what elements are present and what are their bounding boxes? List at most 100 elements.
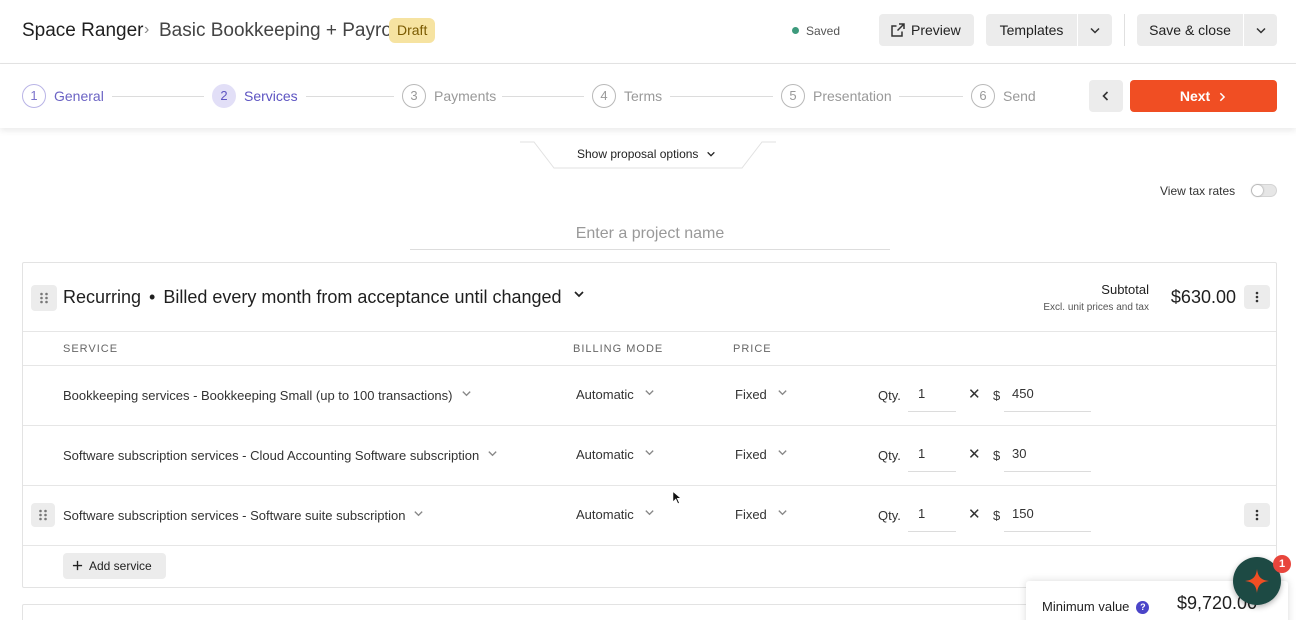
qty-input[interactable]: 1 [908,376,956,412]
column-header-price: PRICE [733,343,772,355]
chevron-right-icon [1219,92,1226,102]
chevron-down-icon [488,451,497,457]
price-type-select[interactable]: Fixed [735,507,788,522]
preview-label: Preview [911,22,961,38]
service-row: Software subscription services - Cloud A… [23,426,1276,485]
step-label: Payments [434,88,497,104]
qty-label: Qty. [878,388,901,403]
unit-price-input[interactable]: 30 [1004,436,1091,472]
plus-icon [72,560,83,571]
section-title: Recurring [63,287,142,307]
multiply-icon: ✕ [968,446,981,463]
qty-input[interactable]: 1 [908,496,956,532]
drag-handle[interactable] [31,285,57,311]
toolbar-divider [1124,14,1125,46]
help-icon[interactable]: ? [1136,601,1150,614]
recurring-services-card: Recurring • Billed every month from accept… [22,262,1277,588]
step-number: 3 [402,84,426,108]
step-label: Send [1003,88,1036,104]
service-selector[interactable]: Software subscription services - Cloud A… [63,448,498,463]
drag-handle-icon [40,292,48,304]
unit-price-input[interactable]: 150 [1004,496,1091,532]
next-button[interactable]: Next [1130,80,1277,112]
column-header-service: SERVICE [63,343,119,355]
notification-badge: 1 [1273,555,1291,573]
chevron-left-icon [1102,91,1109,101]
unit-price-input[interactable]: 450 [1004,376,1091,412]
back-button[interactable] [1089,80,1123,112]
document-title[interactable]: Basic Bookkeeping + Payroll [159,20,400,42]
currency-symbol: $ [993,388,1001,403]
chevron-down-icon [1090,27,1100,34]
step-number: 1 [22,84,46,108]
step-number: 6 [971,84,995,108]
project-name-input[interactable] [410,218,890,250]
saved-dot-icon [792,27,799,34]
chevron-down-icon [645,450,654,456]
step-label: Terms [624,88,663,104]
multiply-icon: ✕ [968,506,981,523]
billing-mode-select[interactable]: Automatic [576,447,655,462]
save-dropdown-button[interactable] [1244,14,1277,46]
row-menu-button[interactable] [1244,503,1270,527]
brand-name[interactable]: Space Ranger [22,20,143,42]
more-vertical-icon [1255,291,1259,303]
drag-handle-icon [39,509,47,521]
billing-mode-select[interactable]: Automatic [576,507,655,522]
chevron-down-icon [414,511,424,517]
service-selector[interactable]: Bookkeeping services - Bookkeeping Small… [63,388,472,403]
step-connector [502,96,584,97]
chevron-down-icon [778,450,787,456]
step-connector [306,96,394,97]
preview-button[interactable]: Preview [879,14,974,46]
subtotal-note: Excl. unit prices and tax [1043,302,1149,313]
price-type-select[interactable]: Fixed [735,447,788,462]
mouse-cursor-icon [672,490,682,505]
step-number: 2 [212,84,236,108]
app-header: Space Ranger › Basic Bookkeeping + Payro… [0,0,1296,64]
qty-label: Qty. [878,508,901,523]
save-status: Saved [792,24,840,38]
step-number: 5 [781,84,805,108]
breadcrumb-separator: › [144,21,150,38]
chevron-down-icon [778,390,787,396]
step-label: General [54,88,104,104]
currency-symbol: $ [993,448,1001,463]
subtotal-value: $630.00 [1170,287,1236,307]
show-proposal-options-toggle[interactable]: Show proposal options [520,141,776,169]
save-status-label: Saved [806,24,841,38]
step-number: 4 [592,84,616,108]
multiply-icon: ✕ [968,386,981,403]
show-proposal-options-label: Show proposal options [577,147,716,161]
templates-dropdown-button[interactable] [1078,14,1112,46]
save-close-button[interactable]: Save & close [1137,14,1243,46]
subtotal-label: Subtotal [1101,282,1149,297]
service-row: Bookkeeping services - Bookkeeping Small… [23,366,1276,425]
templates-button[interactable]: Templates [986,14,1077,46]
billing-cycle-selector[interactable]: Recurring • Billed every month from accept… [63,287,585,308]
section-menu-button[interactable] [1244,285,1270,309]
external-link-icon [891,23,905,37]
sparkle-icon [1245,569,1269,593]
minimum-value-label: Minimum value? [1042,599,1150,614]
service-row: Software subscription services - Softwar… [23,486,1276,545]
chevron-down-icon [645,390,654,396]
view-tax-rates-label: View tax rates [1160,184,1236,198]
qty-label: Qty. [878,448,901,463]
step-connector [670,96,773,97]
more-vertical-icon [1255,509,1259,521]
step-connector [899,96,963,97]
service-selector[interactable]: Software subscription services - Softwar… [63,508,424,523]
step-label: Services [244,88,298,104]
drag-handle[interactable] [31,503,55,527]
view-tax-rates-toggle[interactable] [1251,184,1277,197]
billing-mode-select[interactable]: Automatic [576,387,655,402]
chevron-down-icon [778,510,787,516]
step-label: Presentation [813,88,892,104]
toggle-knob [1252,185,1263,196]
price-type-select[interactable]: Fixed [735,387,788,402]
add-service-button[interactable]: Add service [63,553,166,579]
qty-input[interactable]: 1 [908,436,956,472]
title-separator: • [149,287,156,307]
chevron-down-icon [645,510,654,516]
